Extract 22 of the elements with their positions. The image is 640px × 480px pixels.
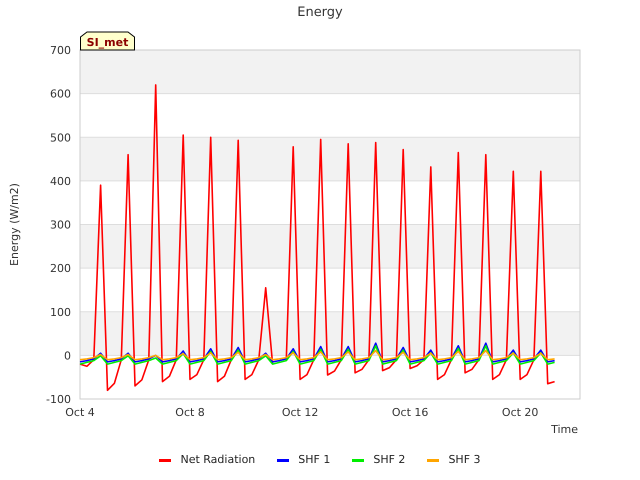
x-tick-label: Oct 12 [282, 406, 318, 419]
y-axis-label: Energy (W/m2) [8, 183, 21, 266]
y-tick-label: 600 [50, 88, 71, 101]
y-tick-label: 500 [50, 131, 71, 144]
x-axis-label: Time [551, 423, 578, 436]
legend-label: Net Radiation [180, 452, 256, 468]
y-tick-label: 400 [50, 174, 71, 188]
x-tick-label: Oct 8 [175, 406, 205, 419]
legend-label: SHF 3 [448, 452, 481, 468]
x-tick-label: Oct 20 [502, 406, 538, 419]
y-tick-label: 200 [50, 262, 71, 276]
x-tick-label: Oct 4 [65, 406, 95, 419]
legend-label: SHF 1 [298, 452, 330, 468]
y-tick-label: 700 [50, 44, 71, 57]
y-tick-label: -100 [46, 393, 71, 406]
x-tick-label: Oct 16 [392, 406, 428, 419]
legend-label: SHF 2 [373, 452, 406, 468]
chart-title: Energy [297, 4, 343, 22]
y-tick-label: 300 [50, 218, 71, 232]
badge: SI_met [80, 32, 135, 50]
y-tick-label: 100 [50, 306, 71, 319]
y-tick-label: 0 [64, 349, 71, 362]
